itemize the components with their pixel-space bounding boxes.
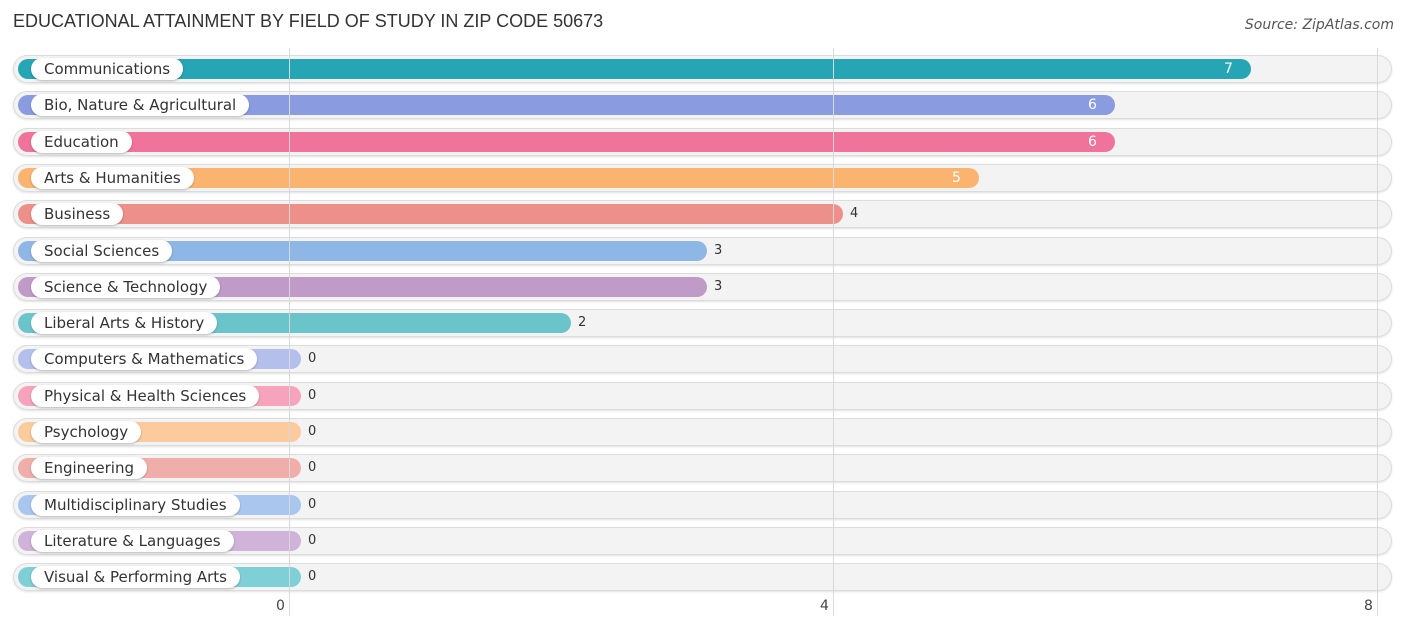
bar[interactable] [18,204,843,225]
bar[interactable] [18,131,1115,152]
x-tick-label: 8 [1364,598,1373,614]
category-label: Arts & Humanities [31,166,194,189]
value-label: 0 [308,460,317,476]
category-label: Physical & Health Sciences [31,384,260,407]
category-label: Science & Technology [31,275,221,298]
source-label: Source: ZipAtlas.com [1244,17,1394,33]
value-label: 0 [308,387,317,403]
gridline-0 [289,48,290,616]
category-label: Multidisciplinary Studies [31,493,240,516]
category-label: Visual & Performing Arts [31,566,240,589]
value-label: 6 [1088,133,1097,150]
category-label: Bio, Nature & Agricultural [31,94,250,117]
category-label: Liberal Arts & History [31,312,218,335]
value-label: 6 [1088,97,1097,114]
value-label: 0 [308,424,317,439]
value-label: 3 [714,242,723,258]
value-label: 0 [308,532,317,548]
category-label: Literature & Languages [31,529,234,552]
x-tick-label: 4 [820,598,829,614]
value-label: 0 [308,569,317,585]
category-label: Social Sciences [31,239,173,262]
chart-root: EDUCATIONAL ATTAINMENT BY FIELD OF STUDY… [0,0,1406,631]
value-label: 3 [714,278,723,294]
category-label: Computers & Mathematics [31,348,258,371]
x-tick-label: 0 [276,598,285,614]
value-label: 4 [850,206,859,222]
category-label: Communications [31,58,184,80]
category-label: Psychology [31,421,142,443]
chart-title: EDUCATIONAL ATTAINMENT BY FIELD OF STUDY… [13,11,604,31]
value-label: 5 [952,169,961,186]
value-label: 0 [308,496,317,512]
value-label: 0 [308,351,317,367]
bar[interactable] [18,59,1251,79]
category-label: Business [31,203,124,226]
value-label: 2 [578,315,587,331]
gridline-8 [1377,48,1378,616]
category-label: Education [31,130,132,153]
value-label: 7 [1224,61,1233,77]
category-label: Engineering [31,457,147,480]
gridline-4 [833,48,834,616]
